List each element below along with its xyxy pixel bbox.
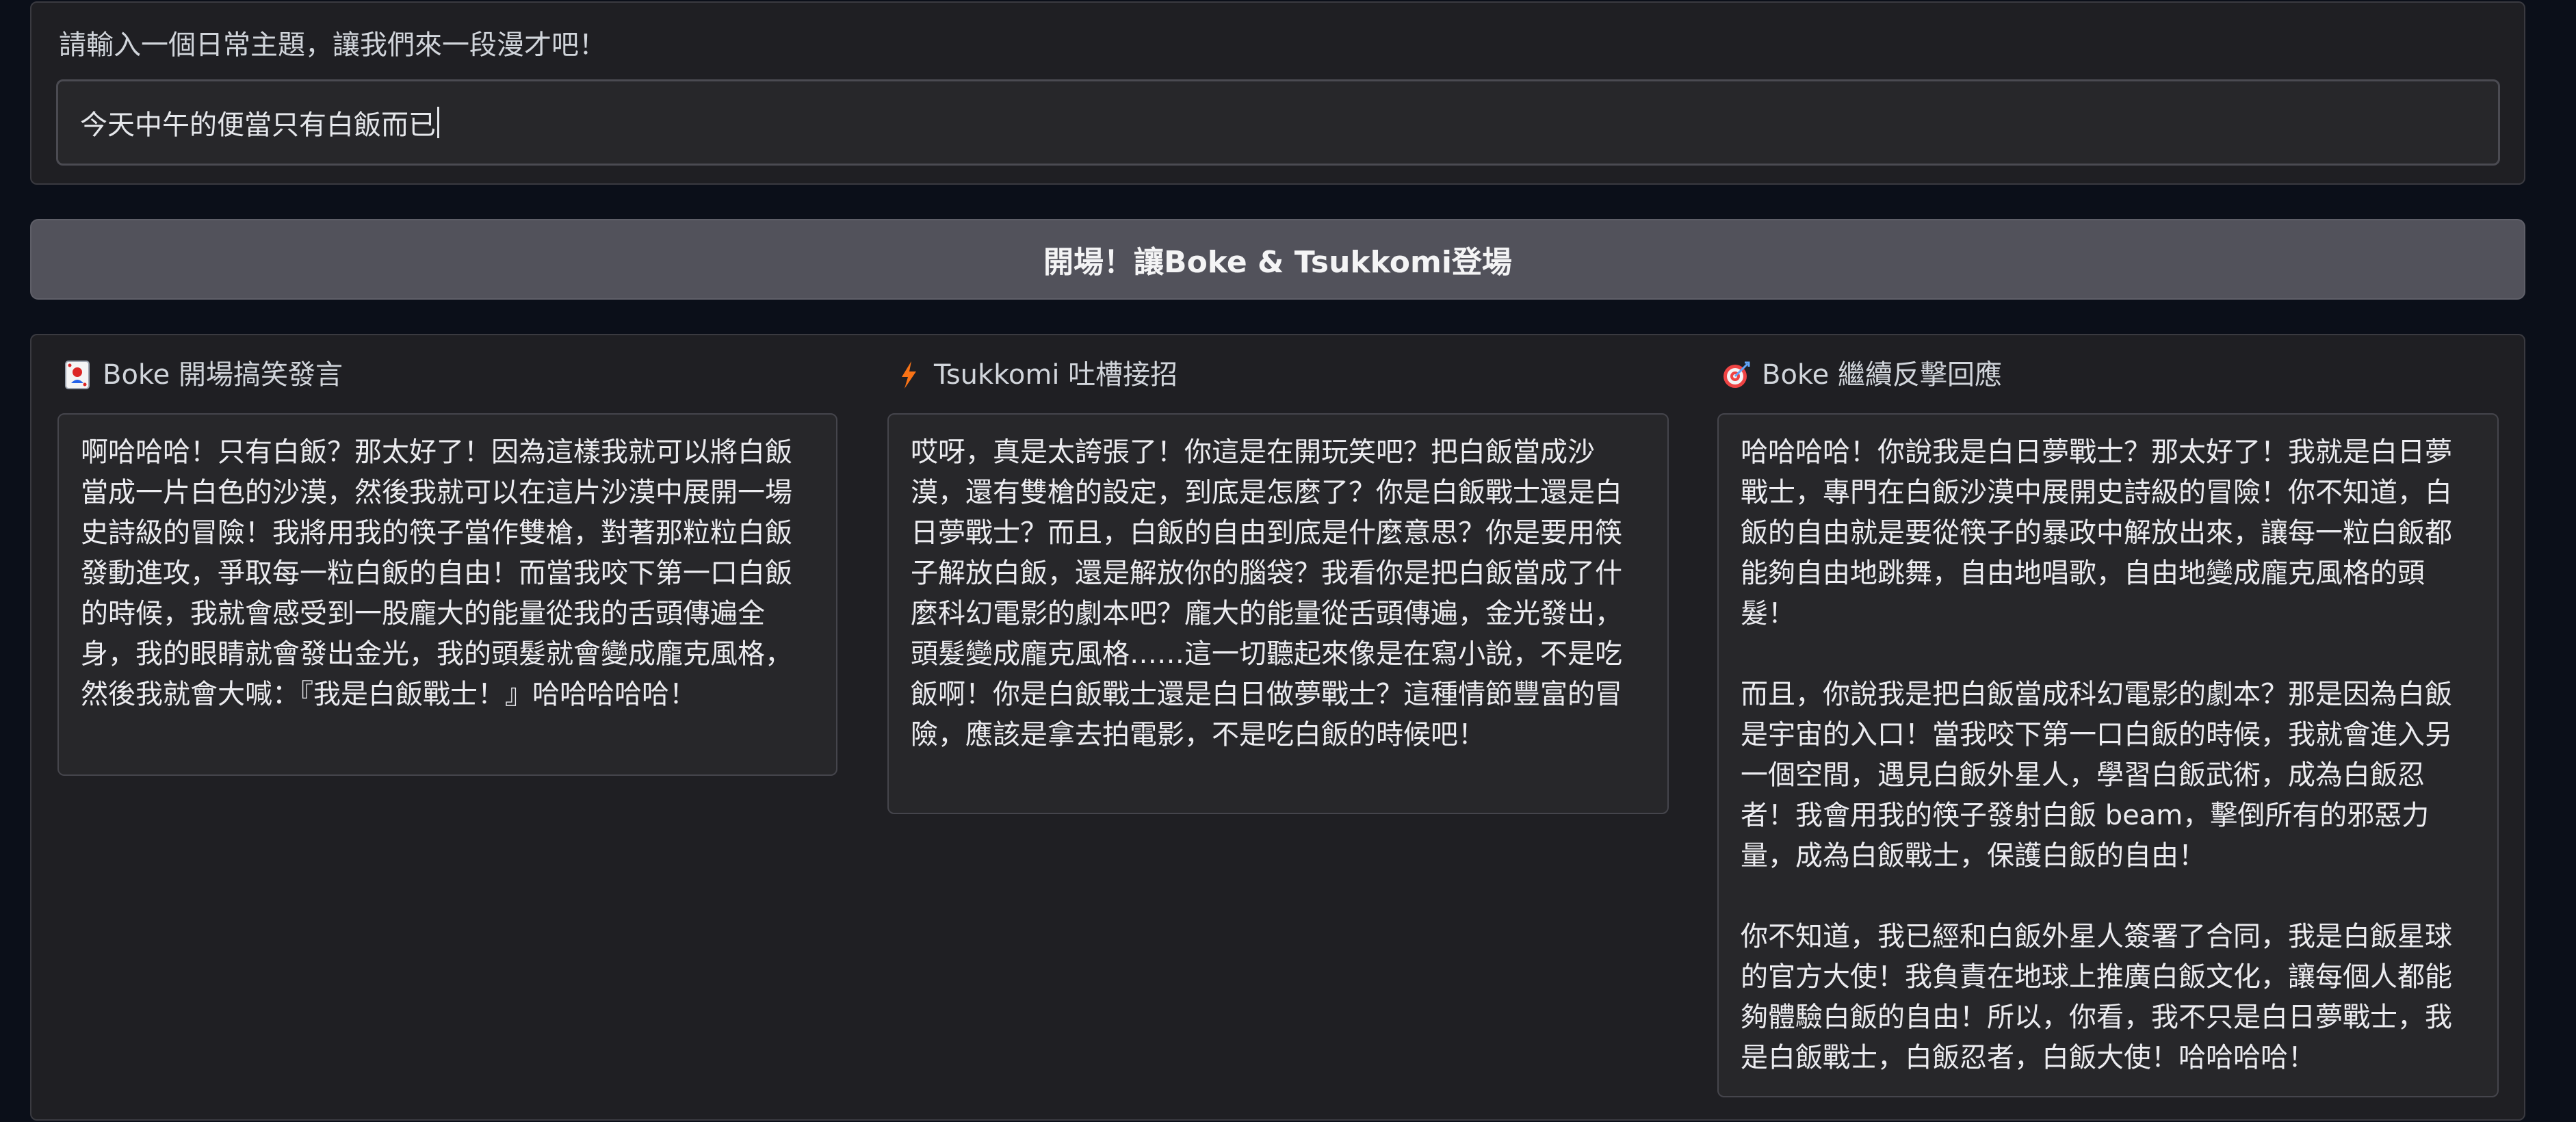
column-title-text: Boke 繼續反擊回應 bbox=[1762, 359, 2002, 391]
boke-opening-output: 啊哈哈哈！只有白飯？那太好了！因為這樣我就可以將白飯當成一片白色的沙漠，然後我就… bbox=[57, 413, 837, 776]
column-title-text: Boke 開場搞笑發言 bbox=[103, 359, 343, 391]
text-caret bbox=[437, 107, 439, 138]
topic-input-label: 請輸入一個日常主題，讓我們來一段漫才吧！ bbox=[59, 29, 606, 61]
boke-counter-title: Boke 繼續反擊回應 bbox=[1721, 354, 2002, 395]
joker-card-icon bbox=[62, 359, 93, 391]
topic-input-value: 今天中午的便當只有白飯而已 bbox=[80, 109, 436, 141]
lightning-icon bbox=[893, 359, 924, 391]
boke-counter-output: 哈哈哈哈！你說我是白日夢戰士？那太好了！我就是白日夢戰士，專門在白飯沙漠中展開史… bbox=[1717, 413, 2499, 1097]
topic-input-panel: 請輸入一個日常主題，讓我們來一段漫才吧！ 今天中午的便當只有白飯而已 bbox=[30, 1, 2525, 185]
topic-input-field[interactable]: 今天中午的便當只有白飯而已 bbox=[56, 79, 2500, 166]
target-icon bbox=[1721, 359, 1752, 391]
boke-opening-title: Boke 開場搞笑發言 bbox=[62, 354, 343, 395]
column-title-text: Tsukkomi 吐槽接招 bbox=[934, 359, 1178, 391]
tsukkomi-reply-output: 哎呀，真是太誇張了！你這是在開玩笑吧？把白飯當成沙漠，還有雙槍的設定，到底是怎麼… bbox=[887, 413, 1669, 814]
start-performance-button[interactable]: 開場！讓Boke & Tsukkomi登場 bbox=[30, 219, 2525, 300]
tsukkomi-reply-title: Tsukkomi 吐槽接招 bbox=[893, 354, 1178, 395]
